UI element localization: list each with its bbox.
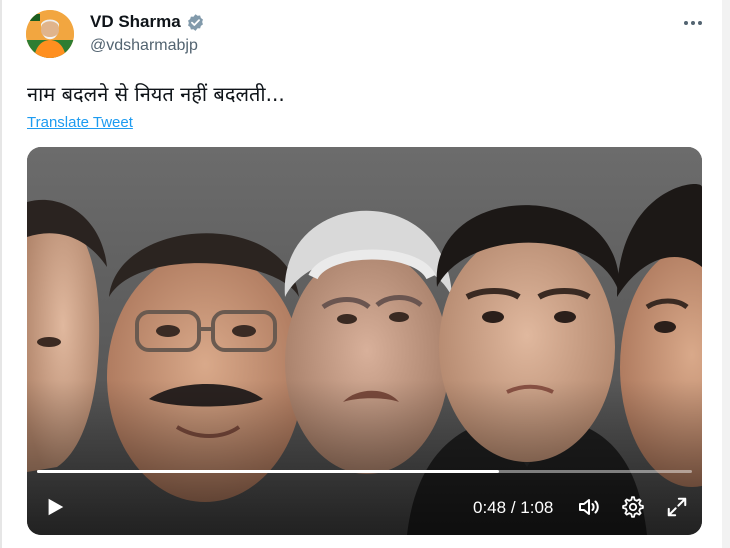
- volume-icon: [579, 499, 599, 515]
- play-icon: [48, 498, 64, 516]
- author-name[interactable]: VD Sharma: [90, 12, 205, 32]
- timeline-border: [0, 0, 2, 548]
- author-name-text: VD Sharma: [90, 12, 181, 31]
- avatar-image: [26, 10, 74, 58]
- video-progress-bar[interactable]: [37, 470, 692, 473]
- tweet-text: नाम बदलने से नियत नहीं बदलती...: [27, 82, 285, 106]
- tweet-page: VD Sharma @vdsharmabjp नाम बदलने से नियत…: [0, 0, 730, 548]
- time-separator: /: [506, 498, 521, 517]
- author-handle[interactable]: @vdsharmabjp: [90, 37, 198, 55]
- video-frame: [27, 147, 702, 535]
- video-player[interactable]: 0:48 / 1:08: [27, 147, 702, 535]
- elapsed-time: 0:48: [473, 498, 507, 517]
- gear-icon: [622, 496, 644, 518]
- more-dots-icon: [684, 21, 702, 25]
- scrollbar-track[interactable]: [722, 0, 730, 548]
- settings-button[interactable]: [619, 493, 647, 521]
- video-time-readout: 0:48 / 1:08: [473, 498, 553, 518]
- volume-button[interactable]: [575, 493, 603, 521]
- total-duration: 1:08: [520, 498, 554, 517]
- play-button[interactable]: [41, 493, 69, 521]
- verified-badge-icon: [186, 13, 205, 32]
- video-progress-fill: [37, 470, 500, 473]
- author-avatar[interactable]: [26, 10, 74, 58]
- fullscreen-button[interactable]: [663, 493, 691, 521]
- more-options-button[interactable]: [676, 6, 710, 40]
- expand-icon: [667, 497, 687, 517]
- translate-tweet-link[interactable]: Translate Tweet: [27, 114, 133, 131]
